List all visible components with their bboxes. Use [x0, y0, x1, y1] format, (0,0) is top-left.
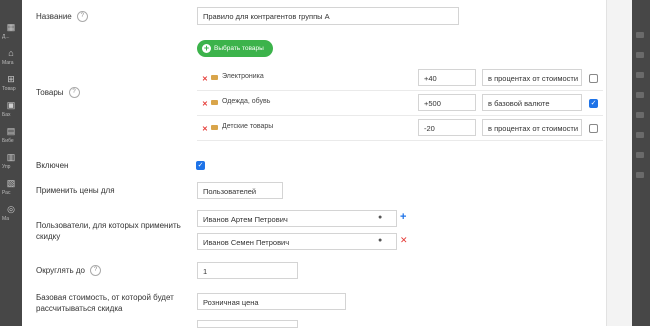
folder-icon: [211, 100, 218, 105]
users-label: Пользователи, для которых применить скид…: [36, 221, 181, 241]
sidebar-item-label: Мага: [2, 60, 14, 66]
sidebar-item-label: Д...: [2, 34, 10, 40]
goods-name: Электроника: [222, 73, 264, 80]
right-toolbar: [632, 0, 650, 326]
goods-label: Товары?: [36, 87, 80, 99]
add-user-icon[interactable]: +: [400, 211, 406, 223]
goods-checkbox[interactable]: [589, 74, 598, 83]
apply-to-select[interactable]: Пользователей: [197, 182, 283, 199]
left-sidebar: ▦ Д... ⌂ Мага ⊞ Товар ▣ Бах ▤ Бибе ▥ Упр ▧ Рас …: [0, 0, 22, 326]
table-row: ✕ Детские товары -20 в процентах от стои…: [197, 116, 603, 141]
goods-value-input[interactable]: +40: [418, 69, 476, 86]
toolbar-icon[interactable]: [636, 132, 644, 138]
user-field[interactable]: Иванов Семен Петрович: [197, 233, 397, 250]
name-label: Название?: [36, 11, 88, 23]
help-icon[interactable]: ?: [90, 265, 101, 277]
users-icon: ▥: [6, 152, 16, 162]
toolbar-icon[interactable]: [636, 152, 644, 158]
sidebar-item-label: Рас: [2, 190, 11, 196]
sidebar-item-bag[interactable]: ▣ Бах: [0, 98, 22, 122]
help-icon: ◎: [7, 204, 15, 214]
wallet-icon: ▤: [6, 126, 16, 136]
shop-icon: ⌂: [8, 48, 14, 58]
toolbar-icon[interactable]: [636, 92, 644, 98]
rounding-label-text: Округлять до: [36, 266, 85, 275]
goods-mode-select[interactable]: в базовой валюте: [482, 94, 582, 111]
sidebar-item-help[interactable]: ◎ Ма: [0, 202, 22, 226]
sidebar-item-label: Товар: [2, 86, 16, 92]
goods-name: Одежда, обувь: [222, 98, 271, 105]
folder-icon: [211, 75, 218, 80]
remove-icon[interactable]: ✕: [202, 100, 208, 108]
sidebar-item-label: Бах: [2, 112, 11, 118]
sidebar-item-wallet[interactable]: ▤ Бибе: [0, 124, 22, 148]
help-icon[interactable]: ?: [68, 87, 80, 99]
name-label-text: Название: [36, 12, 72, 21]
report-icon: ▧: [6, 178, 16, 188]
cart-icon: ⊞: [7, 74, 15, 84]
toolbar-icon[interactable]: [636, 72, 644, 78]
dashboard-icon: ▦: [6, 22, 16, 32]
enabled-label: Включен: [36, 161, 69, 170]
goods-checkbox[interactable]: ✓: [589, 99, 598, 108]
goods-name: Детские товары: [222, 123, 274, 130]
name-input[interactable]: Правило для контрагентов группы А: [197, 7, 459, 25]
sidebar-item-dashboard[interactable]: ▦ Д...: [0, 20, 22, 44]
remove-user-icon[interactable]: ✕: [400, 235, 408, 246]
remove-icon[interactable]: ✕: [202, 125, 208, 133]
next-field[interactable]: [197, 320, 298, 328]
goods-mode-select[interactable]: в процентах от стоимости: [482, 69, 582, 86]
select-goods-label: Выбрать товары: [214, 45, 264, 52]
user-icon[interactable]: ●: [378, 214, 382, 221]
sidebar-item-reports[interactable]: ▧ Рас: [0, 176, 22, 200]
user-field[interactable]: Иванов Артем Петрович: [197, 210, 397, 227]
goods-label-text: Товары: [36, 88, 64, 97]
toolbar-icon[interactable]: [636, 172, 644, 178]
goods-value-input[interactable]: +500: [418, 94, 476, 111]
sidebar-item-shop[interactable]: ⌂ Мага: [0, 46, 22, 70]
goods-table: ✕ Электроника +40 в процентах от стоимос…: [197, 66, 603, 142]
apply-to-label: Применить цены для: [36, 186, 115, 195]
base-cost-select[interactable]: Розничная цена: [197, 293, 346, 310]
toolbar-icon[interactable]: [636, 32, 644, 38]
table-row: ✕ Одежда, обувь +500 в базовой валюте ✓: [197, 91, 603, 116]
goods-value-input[interactable]: -20: [418, 119, 476, 136]
sidebar-item-users[interactable]: ▥ Упр: [0, 150, 22, 174]
rounding-label: Округлять до?: [36, 265, 101, 277]
scrollbar[interactable]: [606, 0, 633, 326]
help-icon[interactable]: ?: [76, 11, 88, 23]
table-row: ✕ Электроника +40 в процентах от стоимос…: [197, 66, 603, 91]
goods-mode-select[interactable]: в процентах от стоимости: [482, 119, 582, 136]
goods-checkbox[interactable]: [589, 124, 598, 133]
sidebar-item-label: Упр: [2, 164, 11, 170]
sidebar-item-label: Бибе: [2, 138, 14, 144]
plus-icon: +: [202, 43, 211, 53]
bag-icon: ▣: [6, 100, 16, 110]
select-goods-button[interactable]: + Выбрать товары: [197, 40, 273, 57]
sidebar-item-goods[interactable]: ⊞ Товар: [0, 72, 22, 96]
toolbar-icon[interactable]: [636, 52, 644, 58]
remove-icon[interactable]: ✕: [202, 75, 208, 83]
folder-icon: [211, 125, 218, 130]
rounding-input[interactable]: 1: [197, 262, 298, 279]
toolbar-icon[interactable]: [636, 112, 644, 118]
sidebar-item-label: Ма: [2, 216, 10, 222]
base-cost-label: Базовая стоимость, от которой будет расс…: [36, 293, 174, 313]
user-icon[interactable]: ●: [378, 237, 382, 244]
enabled-checkbox[interactable]: ✓: [196, 161, 205, 170]
